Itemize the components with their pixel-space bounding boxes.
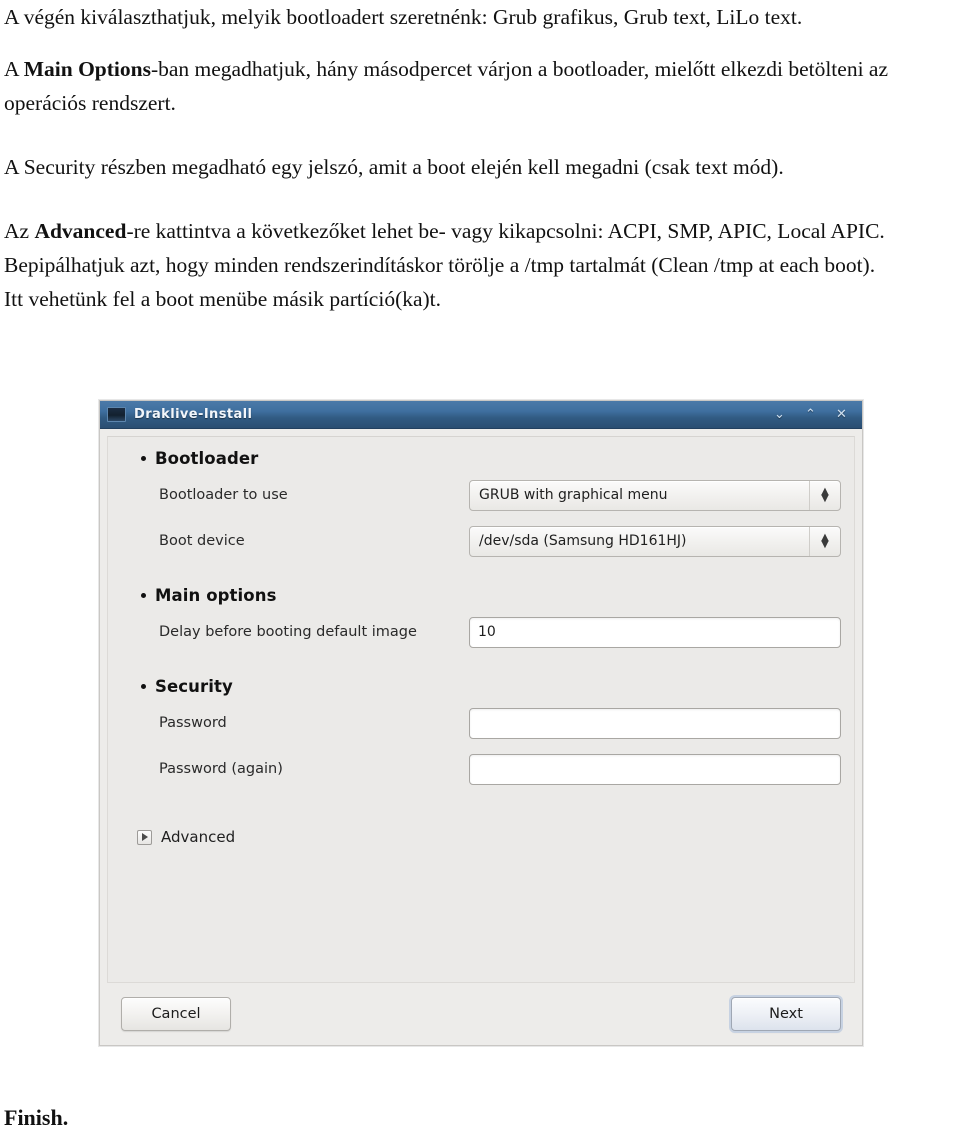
paragraph-1: A végén kiválaszthatjuk, melyik bootload… xyxy=(0,0,960,34)
advanced-expander-label: Advanced xyxy=(161,828,236,846)
section-main-options: Main options Delay before booting defaul… xyxy=(121,586,841,655)
section-heading-bootloader-label: Bootloader xyxy=(155,449,259,468)
row-password-again: Password (again) xyxy=(121,746,841,792)
label-bootloader-to-use: Bootloader to use xyxy=(159,487,288,503)
paragraph-2-run-1: A xyxy=(4,57,24,81)
window-titlebar[interactable]: Draklive-Install ⌄ ⌃ ✕ xyxy=(100,401,862,429)
bullet-icon xyxy=(141,456,146,461)
delay-before-booting-input[interactable]: 10 xyxy=(469,616,841,648)
paragraph-4: Az Advanced-re kattintva a következőket … xyxy=(0,214,960,282)
field-slot-password-again xyxy=(469,753,841,785)
field-slot-boot-device: /dev/sda (Samsung HD161HJ) ▲ ▼ xyxy=(469,525,841,557)
row-delay-before-booting: Delay before booting default image 10 xyxy=(121,609,841,655)
paragraph-5-text: Itt vehetünk fel a boot menübe másik par… xyxy=(4,287,442,311)
section-security: Security Password Password (again) xyxy=(121,677,841,792)
paragraph-2: A Main Options-ban megadhatjuk, hány más… xyxy=(0,52,960,120)
chevron-updown-icon: ▲ ▼ xyxy=(809,480,840,510)
bullet-icon xyxy=(141,684,146,689)
chevron-updown-icon: ▲ ▼ xyxy=(809,526,840,556)
advanced-expander[interactable]: Advanced xyxy=(137,828,841,846)
row-password: Password xyxy=(121,700,841,746)
paragraph-3-text: A Security részben megadható egy jelszó,… xyxy=(4,155,784,179)
screenshot-image: Draklive-Install ⌄ ⌃ ✕ Bootloader Bootlo… xyxy=(99,400,863,1046)
settings-panel: Bootloader Bootloader to use GRUB with g… xyxy=(107,436,855,983)
boot-device-value: /dev/sda (Samsung HD161HJ) xyxy=(479,533,687,549)
close-icon[interactable]: ✕ xyxy=(835,408,848,421)
field-slot-bootloader-to-use: GRUB with graphical menu ▲ ▼ xyxy=(469,479,841,511)
label-boot-device: Boot device xyxy=(159,533,245,549)
paragraph-2-run-2-bold: Main Options xyxy=(23,57,151,81)
label-password: Password xyxy=(159,715,227,731)
label-password-again: Password (again) xyxy=(159,761,283,777)
field-slot-delay: 10 xyxy=(469,616,841,648)
window-body: Bootloader Bootloader to use GRUB with g… xyxy=(100,429,862,1045)
section-heading-security-label: Security xyxy=(155,677,233,696)
document-text-block: A végén kiválaszthatjuk, melyik bootload… xyxy=(0,0,960,316)
next-button[interactable]: Next xyxy=(731,997,841,1031)
section-heading-main-options-label: Main options xyxy=(155,586,277,605)
section-bootloader: Bootloader Bootloader to use GRUB with g… xyxy=(121,449,841,564)
row-boot-device: Boot device /dev/sda (Samsung HD161HJ) ▲… xyxy=(121,518,841,564)
section-heading-security: Security xyxy=(141,677,841,696)
delay-before-booting-value: 10 xyxy=(478,624,496,640)
paragraph-3: A Security részben megadható egy jelszó,… xyxy=(0,150,960,184)
cancel-button[interactable]: Cancel xyxy=(121,997,231,1031)
bullet-icon xyxy=(141,593,146,598)
bootloader-to-use-value: GRUB with graphical menu xyxy=(479,487,668,503)
label-delay-before-booting: Delay before booting default image xyxy=(159,624,417,640)
section-heading-bootloader: Bootloader xyxy=(141,449,841,468)
draklive-install-window: Draklive-Install ⌄ ⌃ ✕ Bootloader Bootlo… xyxy=(99,400,863,1046)
paragraph-1-text: A végén kiválaszthatjuk, melyik bootload… xyxy=(4,5,803,29)
window-title: Draklive-Install xyxy=(134,407,253,422)
triangle-right-icon xyxy=(137,829,152,845)
paragraph-5: Itt vehetünk fel a boot menübe másik par… xyxy=(0,282,960,316)
minimize-icon[interactable]: ⌄ xyxy=(773,408,786,421)
row-bootloader-to-use: Bootloader to use GRUB with graphical me… xyxy=(121,472,841,518)
paragraph-4-run-3: -re kattintva a következőket lehet be- v… xyxy=(4,219,885,277)
bootloader-to-use-combobox[interactable]: GRUB with graphical menu ▲ ▼ xyxy=(469,479,841,511)
paragraph-4-run-1: Az xyxy=(4,219,35,243)
paragraph-4-run-2-bold: Advanced xyxy=(34,219,127,243)
password-again-input[interactable] xyxy=(469,753,841,785)
password-input[interactable] xyxy=(469,707,841,739)
window-controls: ⌄ ⌃ ✕ xyxy=(773,408,856,421)
maximize-icon[interactable]: ⌃ xyxy=(804,408,817,421)
boot-device-combobox[interactable]: /dev/sda (Samsung HD161HJ) ▲ ▼ xyxy=(469,525,841,557)
field-slot-password xyxy=(469,707,841,739)
application-icon xyxy=(107,407,126,422)
section-heading-main-options: Main options xyxy=(141,586,841,605)
dialog-action-bar: Cancel Next xyxy=(107,983,855,1045)
closing-line: Finish. xyxy=(4,1105,69,1130)
